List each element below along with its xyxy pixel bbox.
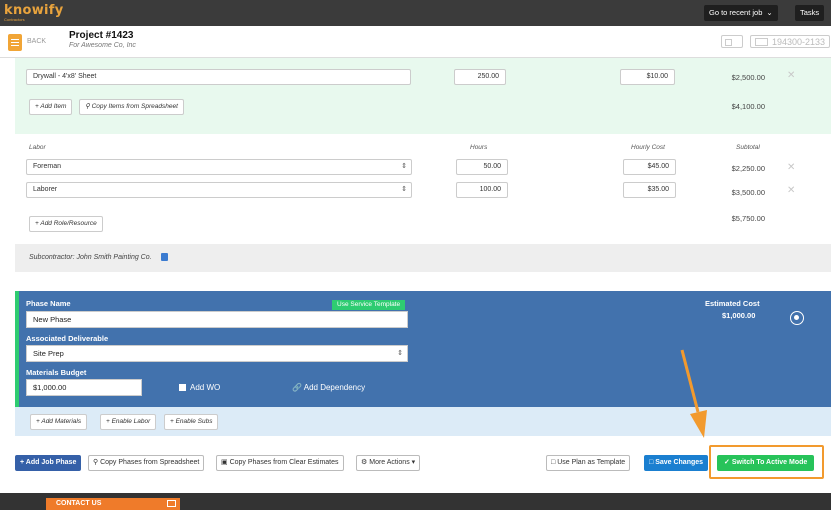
callout-arrow [680,349,707,438]
contact-us-label: CONTACT US [56,500,102,507]
mail-icon [167,500,176,507]
contact-us-button[interactable]: CONTACT US [46,498,180,510]
footer-bar: CONTACT US [0,493,831,510]
